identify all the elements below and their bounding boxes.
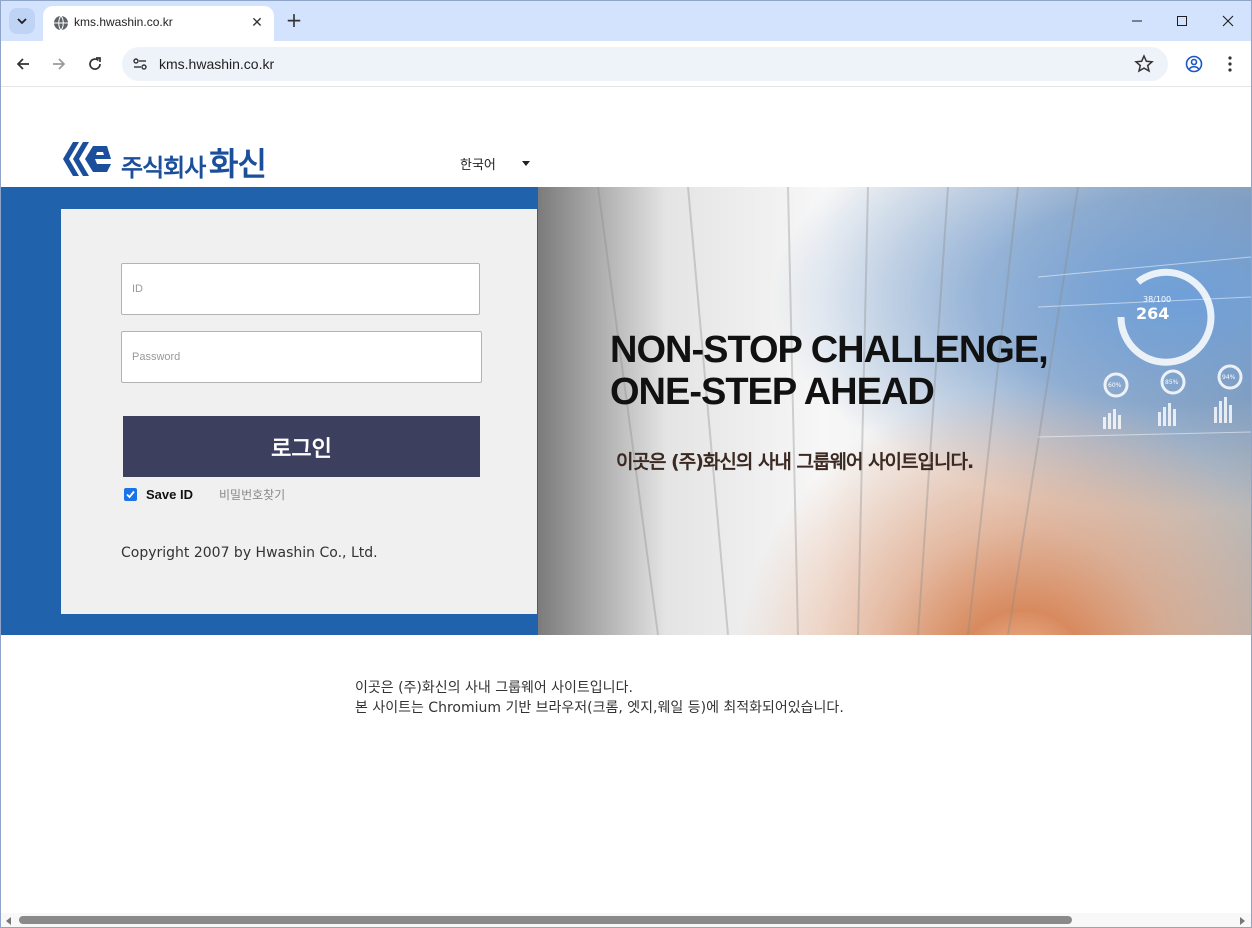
small-gauge-1: 60% bbox=[1108, 382, 1122, 389]
back-button[interactable] bbox=[11, 52, 35, 76]
scroll-left-icon[interactable] bbox=[6, 917, 11, 925]
hero-headline-line2: ONE-STEP AHEAD bbox=[610, 371, 935, 413]
hwashin-logo-icon bbox=[63, 142, 111, 176]
url-text: kms.hwashin.co.kr bbox=[159, 56, 275, 72]
save-id-checkbox[interactable] bbox=[124, 487, 137, 501]
logo-text-big: 화신 bbox=[209, 145, 267, 183]
caret-down-icon[interactable] bbox=[522, 161, 530, 166]
scroll-right-icon[interactable] bbox=[1240, 917, 1245, 925]
profile-button[interactable] bbox=[1182, 52, 1206, 76]
globe-icon bbox=[54, 15, 68, 31]
language-select[interactable]: 한국어 bbox=[460, 154, 496, 173]
chevron-down-icon bbox=[17, 18, 27, 25]
login-button[interactable]: 로그인 bbox=[123, 416, 480, 477]
reload-button[interactable] bbox=[83, 52, 107, 76]
logo-text-small: 주식회사 bbox=[121, 154, 206, 182]
save-id-row: Save ID 비밀번호찾기 bbox=[124, 485, 285, 503]
minimize-icon bbox=[1132, 20, 1142, 22]
arrow-right-icon bbox=[53, 58, 66, 70]
password-input[interactable] bbox=[121, 331, 482, 383]
small-gauge-2: 85% bbox=[1165, 379, 1179, 386]
tab-close-icon[interactable]: ✕ bbox=[248, 14, 266, 32]
reload-icon bbox=[89, 57, 101, 70]
notice-line2: 본 사이트는 Chromium 기반 브라우저(크롬, 엣지,웨일 등)에 최적… bbox=[355, 700, 844, 716]
tab-strip: kms.hwashin.co.kr ✕ + bbox=[1, 1, 1251, 41]
tab-search-button[interactable] bbox=[9, 8, 35, 34]
login-panel: 로그인 Save ID 비밀번호찾기 Copyright 2007 by Hwa… bbox=[61, 209, 537, 614]
checkmark-icon bbox=[126, 490, 135, 498]
page-content: 주식회사 화신 한국어 로그인 Save ID 비밀번호찾기 Copyright… bbox=[1, 88, 1251, 914]
minimize-button[interactable] bbox=[1122, 8, 1152, 34]
scrollbar-thumb[interactable] bbox=[19, 916, 1072, 924]
close-window-button[interactable] bbox=[1213, 8, 1243, 34]
close-icon bbox=[1222, 15, 1234, 27]
browser-window: kms.hwashin.co.kr ✕ + kms.hwashin.co.kr bbox=[0, 0, 1252, 928]
tab-title: kms.hwashin.co.kr bbox=[74, 15, 173, 29]
company-logo[interactable]: 주식회사 화신 bbox=[63, 140, 273, 183]
copyright-text: Copyright 2007 by Hwashin Co., Ltd. bbox=[121, 545, 378, 561]
forward-button[interactable] bbox=[47, 52, 71, 76]
maximize-icon bbox=[1177, 16, 1187, 26]
new-tab-button[interactable]: + bbox=[284, 10, 304, 30]
hero-banner: 38/100 264 60% 85% 94% NON-STOP CHALLENG… bbox=[538, 187, 1251, 635]
find-password-link[interactable]: 비밀번호찾기 bbox=[219, 486, 285, 503]
profile-icon bbox=[1185, 55, 1203, 73]
hero-subtitle: 이곳은 (주)화신의 사내 그룹웨어 사이트입니다. bbox=[616, 451, 974, 473]
arrow-left-icon bbox=[16, 58, 29, 70]
gauge-value: 264 bbox=[1136, 304, 1169, 323]
small-gauge-3: 94% bbox=[1222, 374, 1236, 381]
horizontal-scrollbar[interactable] bbox=[1, 913, 1251, 927]
active-tab[interactable]: kms.hwashin.co.kr ✕ bbox=[43, 6, 274, 41]
id-input[interactable] bbox=[121, 263, 480, 315]
menu-button[interactable] bbox=[1218, 52, 1242, 76]
save-id-label[interactable]: Save ID bbox=[146, 487, 193, 502]
notice-line1: 이곳은 (주)화신의 사내 그룹웨어 사이트입니다. bbox=[355, 680, 633, 696]
site-settings-icon[interactable] bbox=[132, 56, 148, 72]
star-icon[interactable] bbox=[1134, 54, 1154, 74]
hero-headline: NON-STOP CHALLENGE, ONE-STEP AHEAD bbox=[610, 329, 1049, 413]
gauge-label: 38/100 bbox=[1143, 295, 1171, 304]
hero-headline-line1: NON-STOP CHALLENGE, bbox=[610, 329, 1049, 371]
browser-toolbar: kms.hwashin.co.kr bbox=[1, 41, 1251, 87]
kebab-menu-icon bbox=[1228, 56, 1232, 72]
site-notice: 이곳은 (주)화신의 사내 그룹웨어 사이트입니다. 본 사이트는 Chromi… bbox=[355, 678, 844, 718]
address-bar[interactable]: kms.hwashin.co.kr bbox=[122, 47, 1168, 81]
maximize-button[interactable] bbox=[1167, 8, 1197, 34]
